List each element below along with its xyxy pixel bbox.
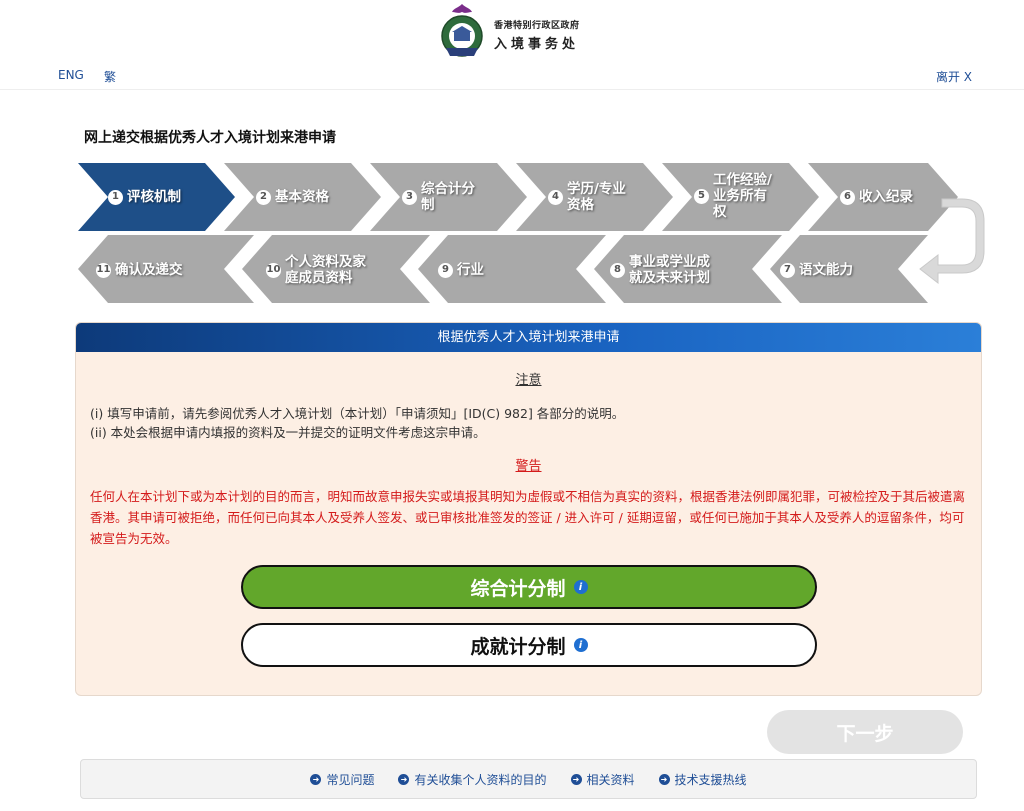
step-2-label: 基本资格 <box>275 189 329 205</box>
step-6-number: 6 <box>840 189 855 205</box>
arrow-right-circle-icon: ➜ <box>658 773 670 785</box>
general-points-test-label: 综合计分制 <box>470 577 566 600</box>
achievement-based-points-test-label: 成就计分制 <box>470 635 566 658</box>
general-points-test-button[interactable]: 综合计分制 i <box>241 565 817 609</box>
arrow-right-circle-icon: ➜ <box>398 773 410 785</box>
step-5-label: 工作经验/业务所有权 <box>713 172 772 220</box>
step-10-label: 个人资料及家庭成员资料 <box>285 254 366 286</box>
step-7-number: 7 <box>780 262 795 278</box>
step-progress-graphic <box>78 163 985 303</box>
footer-link-tech-support-hotline-label: 技术支援热线 <box>674 772 747 787</box>
leave-link[interactable]: 离开 X <box>936 68 972 85</box>
step-7[interactable]: 7 语文能力 <box>780 258 880 282</box>
arrow-right-circle-icon: ➜ <box>570 773 582 785</box>
footer-link-faq-label: 常见问题 <box>326 772 375 787</box>
warning-title: 警告 <box>515 459 542 474</box>
notice-item-2: (ii) 本处会根据申请内填报的资料及一并提交的证明文件考虑这宗申请。 <box>90 425 486 440</box>
notice-title: 注意 <box>515 373 542 388</box>
step-8-number: 8 <box>610 262 625 278</box>
department-name-line2: 入境事务处 <box>494 37 580 52</box>
step-6-label: 收入纪录 <box>859 189 913 205</box>
step-9-number: 9 <box>438 262 453 278</box>
step-4[interactable]: 4 学历/专业资格 <box>548 177 648 217</box>
language-traditional-chinese-link[interactable]: 繁 <box>104 68 116 85</box>
step-3-label: 综合计分制 <box>421 181 475 213</box>
step-11-number: 11 <box>96 262 111 278</box>
application-panel: 根据优秀人才入境计划来港申请 注意 (i) 填写申请前，请先参阅优秀人才入境计划… <box>75 322 982 696</box>
site-header: 香港特别行政区政府 入境事务处 ENG 繁 离开 X <box>0 0 1024 90</box>
department-name: 香港特别行政区政府 入境事务处 <box>494 18 580 52</box>
step-1-label: 评核机制 <box>127 189 181 205</box>
step-10[interactable]: 10 个人资料及家庭成员资料 <box>266 250 386 290</box>
step-2-number: 2 <box>256 189 271 205</box>
step-4-number: 4 <box>548 189 563 205</box>
info-icon[interactable]: i <box>573 638 588 652</box>
step-5[interactable]: 5 工作经验/业务所有权 <box>694 168 794 224</box>
immigration-department-logo-icon <box>441 4 483 57</box>
step-6[interactable]: 6 收入纪录 <box>840 185 940 209</box>
footer-link-related-info[interactable]: ➜ 相关资料 <box>570 771 635 788</box>
achievement-based-points-test-button[interactable]: 成就计分制 i <box>241 623 817 667</box>
footer-link-tech-support-hotline[interactable]: ➜ 技术支援热线 <box>658 771 747 788</box>
step-1[interactable]: 1 评核机制 <box>108 185 208 209</box>
step-10-number: 10 <box>266 262 281 278</box>
page-title: 网上递交根据优秀人才入境计划来港申请 <box>84 130 336 146</box>
department-name-line1: 香港特别行政区政府 <box>494 21 580 31</box>
footer-link-related-info-label: 相关资料 <box>586 772 635 787</box>
step-1-number: 1 <box>108 189 123 205</box>
step-4-label: 学历/专业资格 <box>567 181 626 213</box>
step-9[interactable]: 9 行业 <box>438 258 538 282</box>
next-step-button[interactable]: 下一步 <box>767 710 963 754</box>
notice-item-1: (i) 填写申请前，请先参阅优秀人才入境计划（本计划）「申请须知」[ID(C) … <box>90 406 625 421</box>
step-2[interactable]: 2 基本资格 <box>256 185 356 209</box>
panel-header: 根据优秀人才入境计划来港申请 <box>76 323 981 352</box>
step-3[interactable]: 3 综合计分制 <box>402 177 492 217</box>
step-8-label: 事业或学业成就及未来计划 <box>629 254 710 286</box>
footer-link-personal-data-purpose-label: 有关收集个人资料的目的 <box>414 772 547 787</box>
step-11-label: 确认及递交 <box>115 262 183 278</box>
arrow-right-circle-icon: ➜ <box>310 773 322 785</box>
footer-link-personal-data-purpose[interactable]: ➜ 有关收集个人资料的目的 <box>398 771 547 788</box>
footer-link-faq[interactable]: ➜ 常见问题 <box>310 771 374 788</box>
warning-text: 任何人在本计划下或为本计划的目的而言，明知而故意申报失实或填报其明知为虚假或不相… <box>90 489 966 546</box>
step-7-label: 语文能力 <box>799 262 853 278</box>
language-english-link[interactable]: ENG <box>58 68 84 82</box>
step-5-number: 5 <box>694 188 709 204</box>
step-11[interactable]: 11 确认及递交 <box>96 258 206 282</box>
info-icon[interactable]: i <box>573 580 588 594</box>
step-9-label: 行业 <box>457 262 484 278</box>
step-3-number: 3 <box>402 189 417 205</box>
step-8[interactable]: 8 事业或学业成就及未来计划 <box>610 250 730 290</box>
footer-links-bar: ➜ 常见问题 ➜ 有关收集个人资料的目的 ➜ 相关资料 ➜ 技术支援热线 <box>80 759 977 799</box>
